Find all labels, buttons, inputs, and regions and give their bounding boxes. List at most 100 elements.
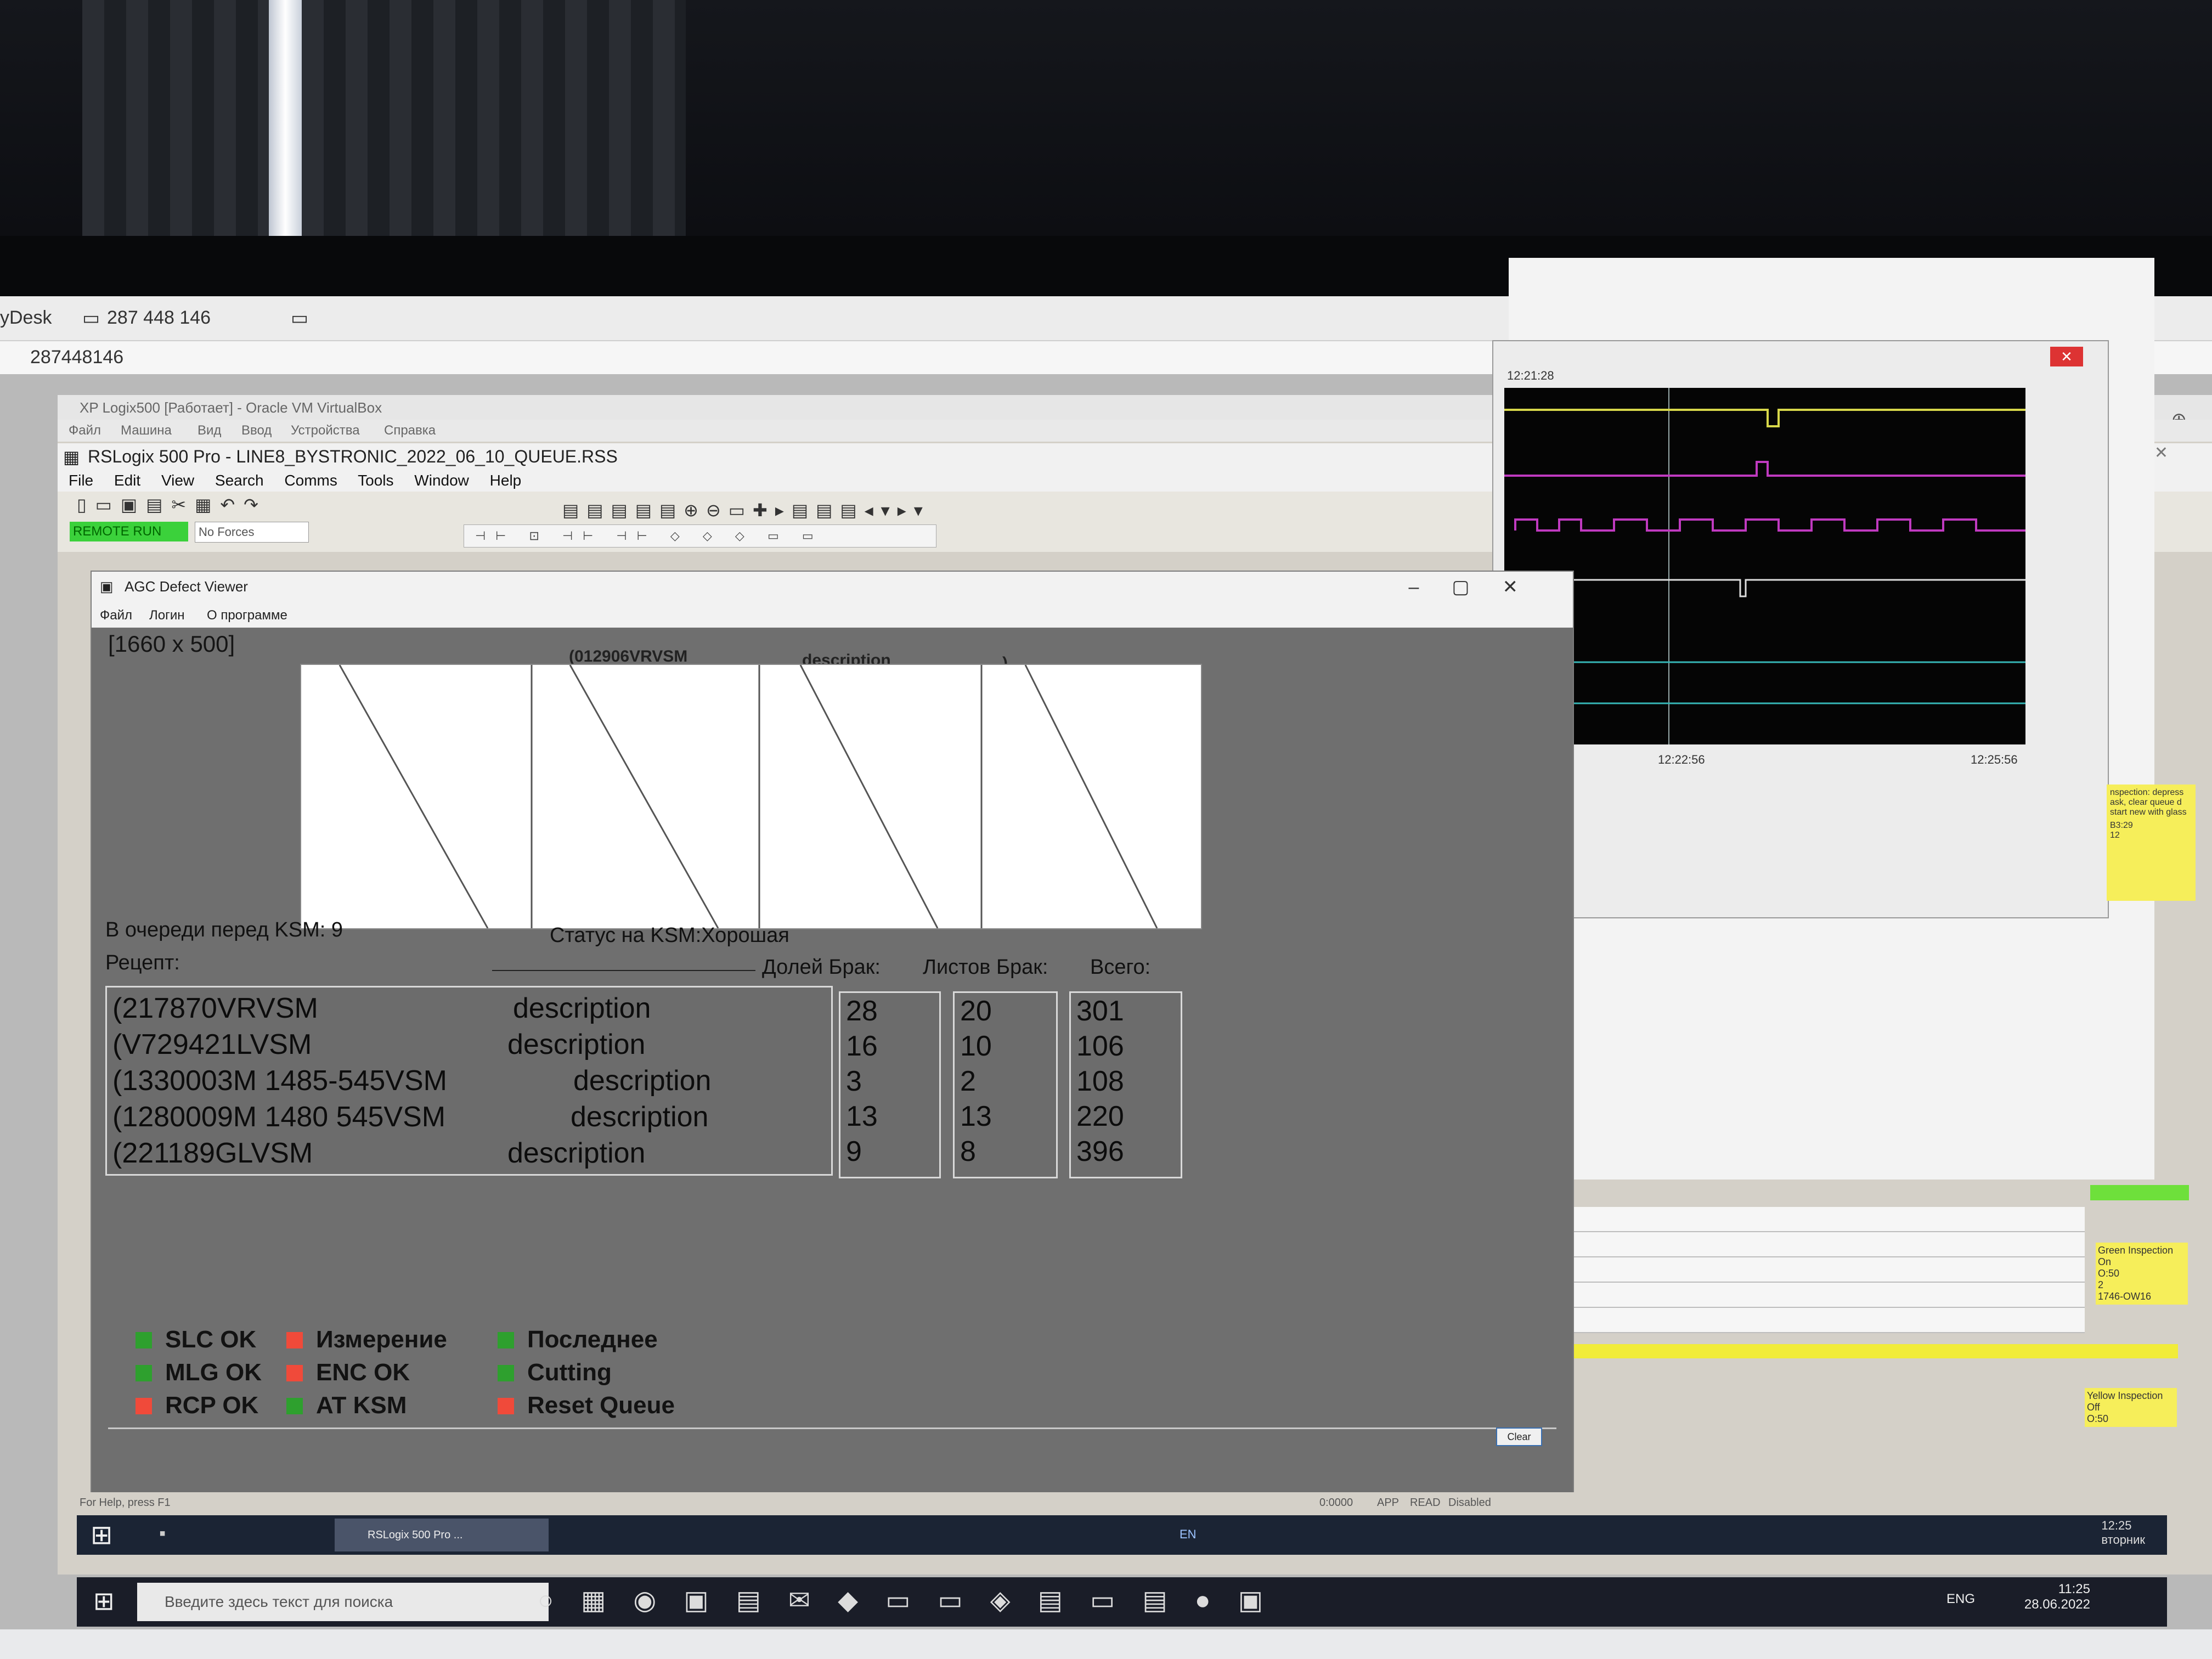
- vb-menu-file[interactable]: Файл: [69, 423, 101, 438]
- sheets-value: 8: [960, 1136, 976, 1167]
- indicator-rcp-ok: RCP OK: [136, 1389, 258, 1422]
- anydesk-address-tab[interactable]: 287 448 146: [107, 307, 211, 329]
- indicator-mlg-ok: MLG OK: [136, 1356, 262, 1389]
- vb-menu-machine[interactable]: Машина: [121, 423, 172, 438]
- recipe-desc: description: [573, 1065, 712, 1097]
- cut-line-d3: [799, 665, 939, 928]
- total-value: 396: [1076, 1136, 1124, 1167]
- status-led: [498, 1365, 514, 1381]
- log-area[interactable]: [108, 1427, 1556, 1484]
- vm-language[interactable]: EN: [1180, 1527, 1197, 1542]
- yellow-inspection-text: Yellow Inspection Off: [2087, 1390, 2163, 1413]
- host-date: 28.06.2022: [2024, 1597, 2090, 1612]
- trend-plot: [1504, 388, 2025, 744]
- glass-cut-svg: [338, 665, 1158, 928]
- parts-value: 9: [846, 1136, 862, 1167]
- trend-trace-white: [1504, 579, 2025, 597]
- sheets-value: 13: [960, 1101, 992, 1132]
- glass-cut-layout: [300, 664, 1202, 929]
- pinned-app-icons[interactable]: ○▦◉▣▤✉◆▭▭◈▤▭▤●▣: [538, 1585, 1290, 1616]
- host-language[interactable]: ENG: [1946, 1592, 1975, 1607]
- rs-menu-view[interactable]: View: [161, 472, 194, 489]
- rung-address: B3:29: [2110, 821, 2133, 830]
- vb-menu-view[interactable]: Вид: [198, 423, 221, 438]
- parts-defect-list[interactable]: 28 16 3 13 9: [839, 991, 941, 1178]
- search-input[interactable]: Введите здесь текст для поиска: [137, 1583, 549, 1621]
- trend-close-button[interactable]: ✕: [2050, 347, 2083, 366]
- vb-menu-help[interactable]: Справка: [384, 423, 436, 438]
- rs-menu-window[interactable]: Window: [414, 472, 469, 489]
- total-value: 108: [1076, 1065, 1124, 1097]
- indicator-label: Последнее: [527, 1326, 658, 1353]
- anydesk-brand: yDesk: [0, 307, 52, 328]
- status-help: For Help, press F1: [80, 1497, 171, 1509]
- taskbar-rslogix-button[interactable]: RSLogix 500 Pro ...: [335, 1519, 549, 1551]
- forces-status[interactable]: No Forces: [195, 522, 309, 543]
- sheets-defect-list[interactable]: 20 10 2 13 8: [953, 991, 1058, 1178]
- clear-button[interactable]: Clear: [1496, 1427, 1542, 1446]
- recipe-name: (217870VRVSM: [112, 992, 318, 1024]
- indicator-label: Измерение: [316, 1326, 447, 1353]
- col-sheets-header: Листов Брак:: [923, 956, 1048, 979]
- recipe-desc: description: [507, 1029, 646, 1060]
- agc-menu-file[interactable]: Файл: [100, 608, 132, 623]
- status-app: APP: [1377, 1497, 1400, 1509]
- indicator-slc-ok: SLC OK: [136, 1323, 256, 1356]
- sheets-value: 20: [960, 995, 992, 1027]
- host-taskbar: ⊞ Введите здесь текст для поиска ○▦◉▣▤✉◆…: [77, 1577, 2167, 1627]
- green-inspection-text: Green Inspection On: [2098, 1245, 2174, 1267]
- toolbar-edit-icons[interactable]: ▤▤▤▤▤⊕⊖▭✚▸▤▤▤◂▾▸▾: [562, 500, 930, 521]
- windows-start-icon[interactable]: ⊞: [93, 1586, 115, 1616]
- trend-start-time: 12:21:28: [1507, 369, 1554, 382]
- rs-menu-tools[interactable]: Tools: [358, 472, 393, 489]
- new-session-icon[interactable]: ▭: [291, 307, 308, 329]
- glass-size-label: [1660 x 500]: [108, 631, 235, 657]
- trend-window[interactable]: 12:21:28 ✕ 12:22:56 12:25:56: [1492, 340, 2109, 918]
- status-led: [136, 1365, 152, 1381]
- status-read: READ: [1410, 1497, 1441, 1509]
- rs-menu-search[interactable]: Search: [215, 472, 264, 489]
- indicator-reset-queue[interactable]: Reset Queue: [498, 1389, 675, 1422]
- agc-window-controls[interactable]: –▢✕: [1408, 576, 1551, 598]
- recipe-name: (V729421LVSM: [112, 1029, 312, 1060]
- instruction-palette[interactable]: ⊣⊢ ⊡ ⊣⊢ ⊣⊢ ◇ ◇ ◇ ▭ ▭: [464, 524, 936, 548]
- parts-value: 28: [846, 995, 878, 1027]
- vm-taskbar: ⊞ ▪ RSLogix 500 Pro ... EN 12:25 вторник: [77, 1515, 2167, 1555]
- anydesk-id: 287448146: [30, 347, 124, 368]
- cut-line-d1: [338, 665, 489, 928]
- rs-menu-file[interactable]: File: [69, 472, 93, 489]
- agc-menu: Файл Логин О программе: [92, 603, 1573, 628]
- agc-menu-login[interactable]: Логин: [149, 608, 185, 623]
- toolbar-file-icons[interactable]: ▯▭▣▤✂▦↶↷: [77, 494, 267, 515]
- parts-value: 16: [846, 1030, 878, 1062]
- agc-defect-viewer: ▣ AGC Defect Viewer –▢✕ Файл Логин О про…: [91, 571, 1574, 1494]
- vb-menu-input[interactable]: Ввод: [241, 423, 272, 438]
- window-light: [269, 0, 302, 241]
- status-address: 0:0000: [1319, 1497, 1353, 1509]
- host-tray: ENG 11:25 28.06.2022: [1946, 1582, 2090, 1612]
- trend-trace-magenta: [1504, 461, 2025, 477]
- rs-menu-help[interactable]: Help: [490, 472, 522, 489]
- ladder-rungs[interactable]: [1564, 1207, 2085, 1333]
- col-parts-header: Долей Брак:: [762, 956, 881, 979]
- recipe-list[interactable]: (217870VRVSM description (V729421LVSM de…: [105, 986, 833, 1176]
- rung-number: 12: [2110, 831, 2120, 840]
- indicator-enc-ok: ENC OK: [286, 1356, 410, 1389]
- vb-menu-devices[interactable]: Устройства: [291, 423, 360, 438]
- processor-mode[interactable]: REMOTE RUN: [70, 522, 188, 541]
- rslogix-title: RSLogix 500 Pro - LINE8_BYSTRONIC_2022_0…: [88, 447, 618, 466]
- parts-value: 13: [846, 1101, 878, 1132]
- indicator-label: MLG OK: [165, 1359, 262, 1386]
- windows-start-icon[interactable]: ⊞: [91, 1520, 112, 1550]
- agc-menu-about[interactable]: О программе: [207, 608, 287, 623]
- rs-menu-comms[interactable]: Comms: [284, 472, 337, 489]
- virtualbox-title: XP Logix500 [Работает] - Oracle VM Virtu…: [80, 399, 382, 416]
- total-value: 106: [1076, 1030, 1124, 1062]
- rslogix-statusbar: For Help, press F1 0:0000 APP READ Disab…: [77, 1492, 2052, 1514]
- total-list[interactable]: 301 106 108 220 396: [1069, 991, 1182, 1178]
- rs-menu-edit[interactable]: Edit: [114, 472, 140, 489]
- status-led: [286, 1398, 303, 1414]
- quicklaunch-icon[interactable]: ▪: [159, 1523, 166, 1544]
- host-clock: 11:25: [2058, 1582, 2090, 1596]
- indicator-cutting: Cutting: [498, 1356, 612, 1389]
